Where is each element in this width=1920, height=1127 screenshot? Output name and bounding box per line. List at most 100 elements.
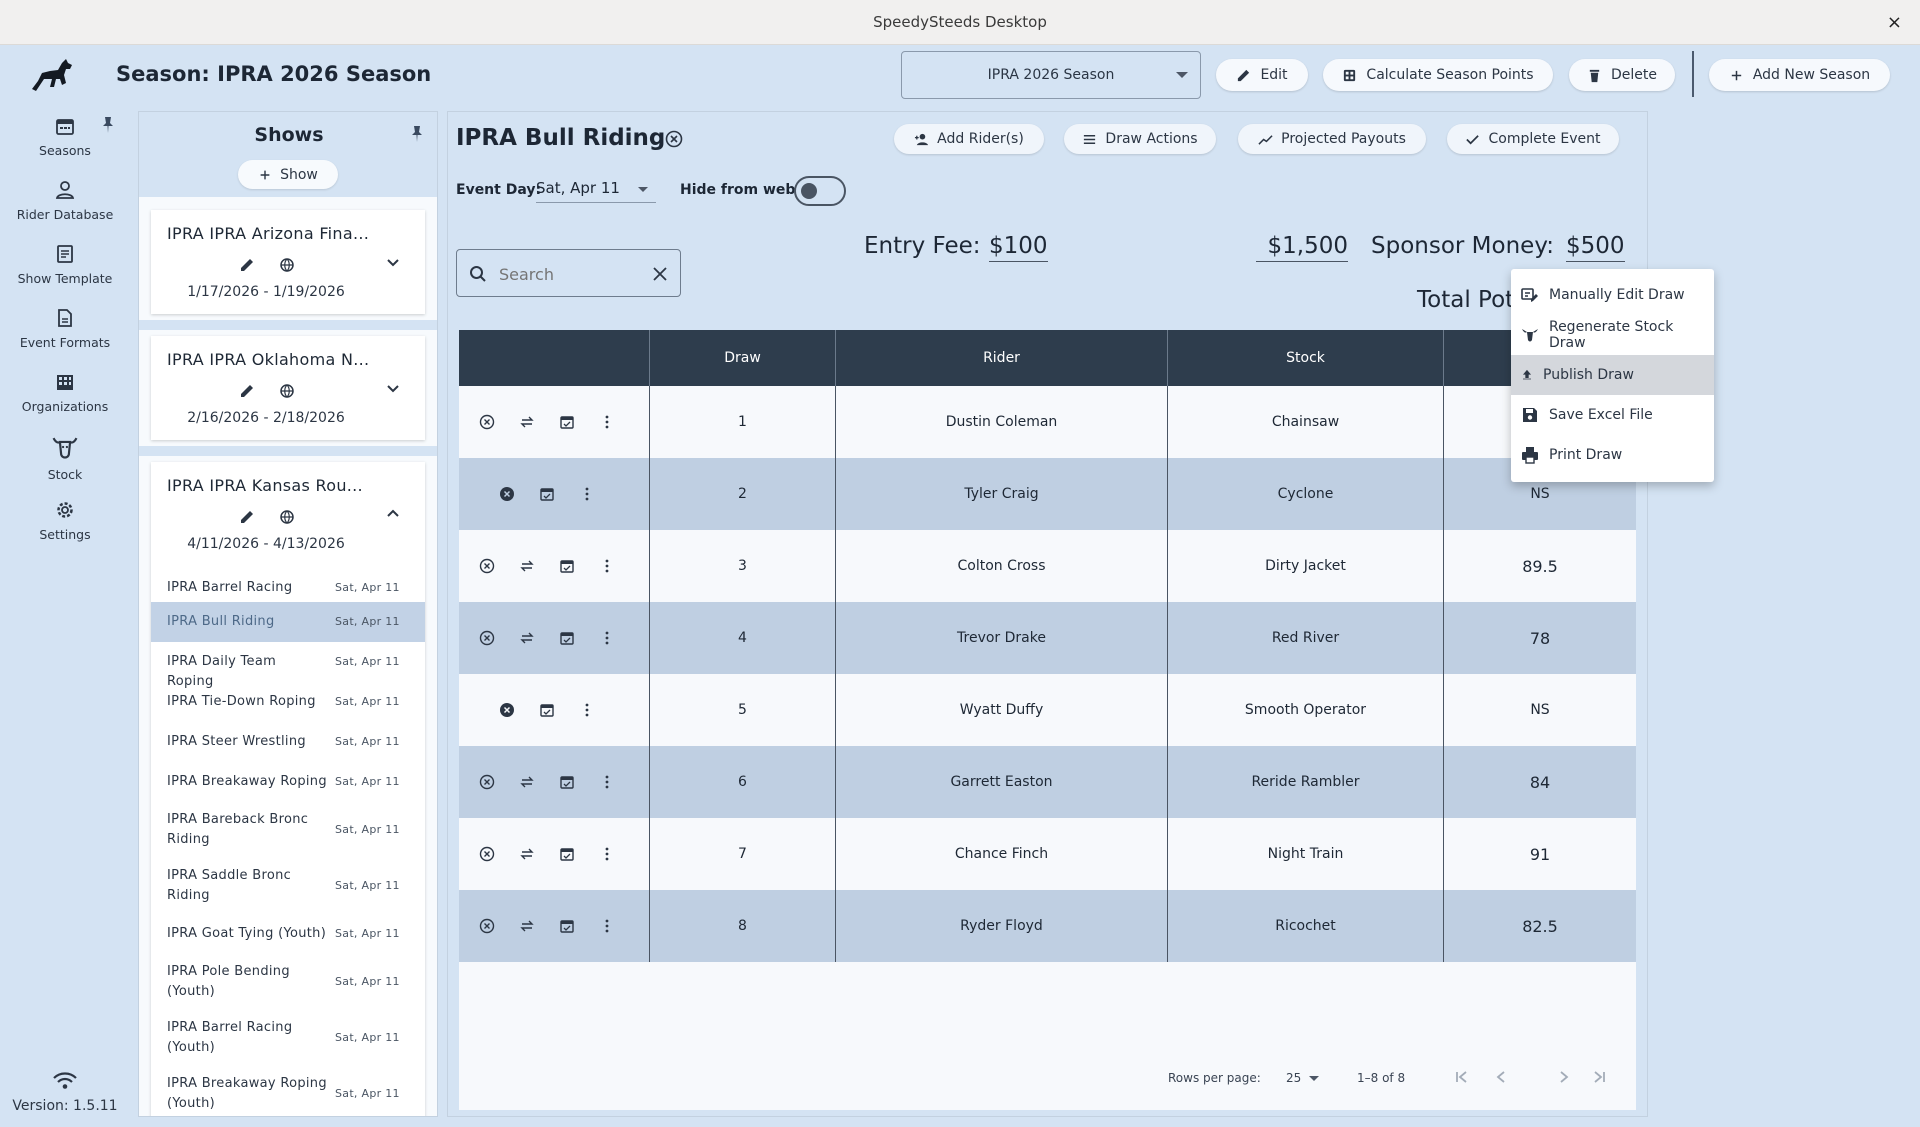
- event-list-item[interactable]: IPRA Steer Wrestling Sat, Apr 11: [151, 722, 425, 762]
- chevron-up-icon[interactable]: [385, 506, 401, 522]
- table-row[interactable]: 4 Trevor Drake Red River 78: [459, 602, 1636, 674]
- remove-circle-icon[interactable]: [479, 558, 495, 574]
- event-list-item-selected[interactable]: IPRA Bull Riding Sat, Apr 11: [151, 602, 425, 642]
- table-row[interactable]: 2 Tyler Craig Cyclone NS: [459, 458, 1636, 530]
- nav-item-settings[interactable]: Settings: [0, 499, 130, 542]
- window-close-button[interactable]: ×: [1887, 12, 1902, 33]
- pencil-icon[interactable]: [239, 257, 255, 273]
- event-list-item[interactable]: IPRA Breakaway Roping Sat, Apr 11: [151, 762, 425, 802]
- season-select[interactable]: IPRA 2026 Season: [901, 51, 1201, 99]
- swap-icon[interactable]: [519, 846, 535, 862]
- column-header-rider[interactable]: Rider: [835, 330, 1167, 386]
- entry-fee-value[interactable]: $100: [989, 233, 1048, 262]
- event-list-item[interactable]: IPRA Bareback Bronc Riding Sat, Apr 11: [151, 802, 425, 858]
- show-card[interactable]: IPRA IPRA Arizona Fina... 1/17/2026 - 1/…: [151, 210, 425, 314]
- chevron-down-icon[interactable]: [385, 380, 401, 396]
- remove-circle-icon[interactable]: [479, 774, 495, 790]
- event-list-item[interactable]: IPRA Goat Tying (Youth) Sat, Apr 11: [151, 914, 425, 954]
- add-show-button[interactable]: Show: [238, 160, 338, 189]
- swap-icon[interactable]: [519, 558, 535, 574]
- column-header-draw[interactable]: Draw: [649, 330, 835, 386]
- previous-page-icon[interactable]: [1492, 1068, 1510, 1086]
- calendar-check-icon[interactable]: [559, 414, 575, 430]
- calendar-check-icon[interactable]: [559, 846, 575, 862]
- more-vertical-icon[interactable]: [599, 918, 615, 934]
- calendar-check-icon[interactable]: [559, 630, 575, 646]
- chevron-down-icon[interactable]: [385, 254, 401, 270]
- more-vertical-icon[interactable]: [579, 702, 595, 718]
- remove-circle-filled-icon[interactable]: [499, 702, 515, 718]
- swap-icon[interactable]: [519, 918, 535, 934]
- swap-icon[interactable]: [519, 414, 535, 430]
- table-row[interactable]: 3 Colton Cross Dirty Jacket 89.5: [459, 530, 1636, 602]
- remove-circle-icon[interactable]: [479, 918, 495, 934]
- table-row[interactable]: 6 Garrett Easton Reride Rambler 84: [459, 746, 1636, 818]
- table-row[interactable]: 7 Chance Finch Night Train 91: [459, 818, 1636, 890]
- table-row[interactable]: 8 Ryder Floyd Ricochet 82.5: [459, 890, 1636, 962]
- more-vertical-icon[interactable]: [579, 486, 595, 502]
- close-circle-icon[interactable]: [665, 130, 683, 148]
- nav-item-event-formats[interactable]: Event Formats: [0, 307, 130, 350]
- add-riders-button[interactable]: Add Rider(s): [894, 124, 1044, 154]
- globe-icon[interactable]: [279, 257, 295, 273]
- search-field[interactable]: [456, 249, 681, 297]
- remove-circle-icon[interactable]: [479, 846, 495, 862]
- event-list-item[interactable]: IPRA Barrel Racing (Youth) Sat, Apr 11: [151, 1010, 425, 1066]
- clear-icon[interactable]: [652, 266, 668, 282]
- nav-item-show-template[interactable]: Show Template: [0, 243, 130, 286]
- remove-circle-icon[interactable]: [479, 630, 495, 646]
- pencil-icon[interactable]: [239, 509, 255, 525]
- sponsor-money-value[interactable]: $500: [1566, 233, 1625, 262]
- calendar-check-icon[interactable]: [559, 558, 575, 574]
- menu-item-regenerate-stock-draw[interactable]: Regenerate Stock Draw: [1511, 315, 1714, 355]
- swap-icon[interactable]: [519, 630, 535, 646]
- draw-actions-button[interactable]: Draw Actions: [1064, 124, 1216, 154]
- nav-item-seasons[interactable]: Seasons: [0, 115, 130, 158]
- event-list-item[interactable]: IPRA Pole Bending (Youth) Sat, Apr 11: [151, 954, 425, 1010]
- remove-circle-icon[interactable]: [479, 414, 495, 430]
- added-money-value[interactable]: $1,500: [1256, 233, 1348, 262]
- edit-season-button[interactable]: Edit: [1216, 59, 1308, 91]
- complete-event-button[interactable]: Complete Event: [1447, 124, 1619, 154]
- rows-per-page-select[interactable]: 25: [1286, 1071, 1301, 1085]
- calendar-check-icon[interactable]: [559, 918, 575, 934]
- nav-item-rider-database[interactable]: Rider Database: [0, 179, 130, 222]
- calendar-check-icon[interactable]: [559, 774, 575, 790]
- show-card[interactable]: IPRA IPRA Oklahoma N... 2/16/2026 - 2/18…: [151, 336, 425, 440]
- more-vertical-icon[interactable]: [599, 846, 615, 862]
- menu-item-manually-edit-draw[interactable]: Manually Edit Draw: [1511, 275, 1714, 315]
- table-row[interactable]: 5 Wyatt Duffy Smooth Operator NS: [459, 674, 1636, 746]
- nav-item-organizations[interactable]: Organizations: [0, 371, 130, 414]
- hide-from-web-toggle[interactable]: [794, 176, 846, 206]
- next-page-icon[interactable]: [1555, 1068, 1573, 1086]
- event-list-item[interactable]: IPRA Saddle Bronc Riding Sat, Apr 11: [151, 858, 425, 914]
- caret-down-icon[interactable]: [1309, 1076, 1319, 1081]
- globe-icon[interactable]: [279, 383, 295, 399]
- last-page-icon[interactable]: [1591, 1068, 1609, 1086]
- more-vertical-icon[interactable]: [599, 558, 615, 574]
- more-vertical-icon[interactable]: [599, 414, 615, 430]
- calculate-season-points-button[interactable]: Calculate Season Points: [1323, 59, 1553, 91]
- nav-item-stock[interactable]: Stock: [0, 433, 130, 482]
- event-list-item[interactable]: IPRA Tie-Down Roping Sat, Apr 11: [151, 682, 425, 722]
- swap-icon[interactable]: [519, 774, 535, 790]
- globe-icon[interactable]: [279, 509, 295, 525]
- calendar-check-icon[interactable]: [539, 702, 555, 718]
- remove-circle-filled-icon[interactable]: [499, 486, 515, 502]
- search-input[interactable]: [499, 262, 639, 286]
- calendar-check-icon[interactable]: [539, 486, 555, 502]
- pencil-icon[interactable]: [239, 383, 255, 399]
- event-day-select[interactable]: Sat, Apr 11: [536, 179, 656, 203]
- more-vertical-icon[interactable]: [599, 774, 615, 790]
- menu-item-publish-draw[interactable]: Publish Draw: [1511, 355, 1714, 395]
- more-vertical-icon[interactable]: [599, 630, 615, 646]
- projected-payouts-button[interactable]: Projected Payouts: [1238, 124, 1426, 154]
- menu-item-save-excel-file[interactable]: Save Excel File: [1511, 395, 1714, 435]
- event-list-item[interactable]: IPRA Daily Team Roping Sat, Apr 11: [151, 642, 425, 689]
- event-list-item[interactable]: IPRA Breakaway Roping (Youth) Sat, Apr 1…: [151, 1066, 425, 1116]
- add-new-season-button[interactable]: Add New Season: [1709, 59, 1890, 91]
- pin-icon[interactable]: [407, 124, 427, 144]
- menu-item-print-draw[interactable]: Print Draw: [1511, 435, 1714, 475]
- column-header-stock[interactable]: Stock: [1167, 330, 1443, 386]
- first-page-icon[interactable]: [1452, 1068, 1470, 1086]
